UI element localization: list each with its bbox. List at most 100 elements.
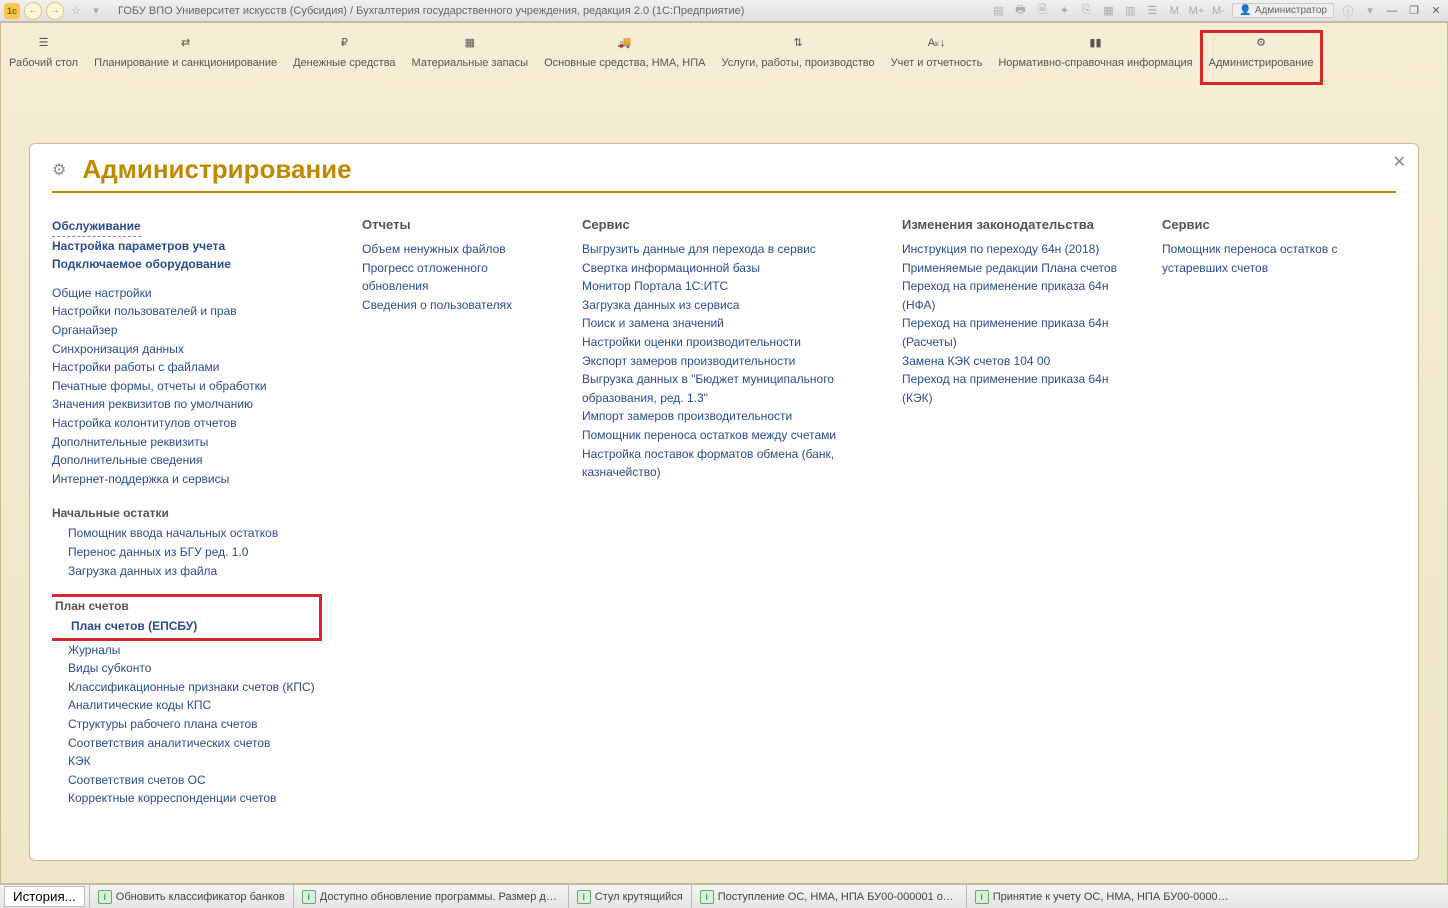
link-unused-files[interactable]: Объем ненужных файлов (362, 240, 542, 259)
close-button[interactable]: ✕ (1428, 3, 1444, 19)
link-subconto[interactable]: Виды субконто (68, 659, 322, 678)
toolbar-icon-2[interactable]: 🖶 (1012, 3, 1028, 19)
nav-forward-button[interactable]: → (46, 2, 64, 20)
link-kps-codes[interactable]: Аналитические коды КПС (68, 696, 322, 715)
toolbar-icon-5[interactable]: ⎘ (1078, 3, 1094, 19)
link-db-shrink[interactable]: Свертка информационной базы (582, 259, 862, 278)
nav-label: Основные средства, НМА, НПА (544, 57, 705, 70)
link-structures[interactable]: Структуры рабочего плана счетов (68, 715, 322, 734)
nav-reference[interactable]: ▮▮ Нормативно-справочная информация (990, 31, 1200, 70)
nav-materials[interactable]: ▦ Материальные запасы (404, 31, 537, 70)
history-button[interactable]: История... (4, 886, 85, 907)
status-item-update[interactable]: i Доступно обновление программы. Размер … (293, 885, 568, 908)
nav-fixed-assets[interactable]: 🚚 Основные средства, НМА, НПА (536, 31, 713, 70)
link-deprecated-balances[interactable]: Помощник переноса остатков с устаревших … (1162, 240, 1362, 277)
link-load-from-service[interactable]: Загрузка данных из сервиса (582, 296, 862, 315)
link-64n-kek[interactable]: Переход на применение приказа 64н (КЭК) (902, 370, 1122, 407)
link-balance-move[interactable]: Помощник переноса остатков между счетами (582, 426, 862, 445)
nav-desktop[interactable]: ☰ Рабочий стол (1, 31, 86, 70)
info-icon[interactable]: ⓘ (1340, 3, 1356, 19)
link-general-settings[interactable]: Общие настройки (52, 284, 322, 303)
heading-chart-of-accounts: План счетов (52, 599, 317, 613)
link-load-from-file[interactable]: Загрузка данных из файла (68, 562, 322, 581)
nav-administration[interactable]: ⚙ Администрирование (1201, 31, 1322, 84)
status-item-acceptance[interactable]: i Принятие к учету ОС, НМА, НПА БУ00-000… (966, 885, 1241, 908)
status-item-receipt[interactable]: i Поступление ОС, НМА, НПА БУ00-000001 о… (691, 885, 966, 908)
nav-money[interactable]: ₽ Денежные средства (285, 31, 403, 70)
link-print-forms[interactable]: Печатные формы, отчеты и обработки (52, 377, 322, 396)
mem-mplus[interactable]: M+ (1188, 3, 1204, 19)
link-internet-support[interactable]: Интернет-поддержка и сервисы (52, 470, 322, 489)
toolbar-icon-3[interactable]: 🗎 (1034, 3, 1050, 19)
link-sync[interactable]: Синхронизация данных (52, 340, 322, 359)
app-icon: 1c (4, 3, 20, 19)
link-chart-epsbu[interactable]: План счетов (ЕПСБУ) (52, 617, 317, 636)
minimize-button[interactable]: — (1384, 3, 1400, 19)
link-perf-import[interactable]: Импорт замеров производительности (582, 407, 862, 426)
status-item-chair[interactable]: i Стул крутящийся (568, 885, 691, 908)
link-exchange-formats[interactable]: Настройка поставок форматов обмена (банк… (582, 445, 862, 482)
maximize-button[interactable]: ❐ (1406, 3, 1422, 19)
dropdown-icon[interactable]: ▾ (88, 3, 104, 19)
nav-label: Администрирование (1209, 57, 1314, 70)
toolbar-icon-6[interactable]: ▦ (1100, 3, 1116, 19)
mem-m[interactable]: M (1166, 3, 1182, 19)
toolbar-icon-8[interactable]: ☰ (1144, 3, 1160, 19)
link-extra-info[interactable]: Дополнительные сведения (52, 451, 322, 470)
link-report-headers[interactable]: Настройка колонтитулов отчетов (52, 414, 322, 433)
link-user-settings[interactable]: Настройки пользователей и прав (52, 302, 322, 321)
nav-accounting[interactable]: Aₖ↓ Учет и отчетность (883, 31, 991, 70)
link-balance-assistant[interactable]: Помощник ввода начальных остатков (68, 524, 322, 543)
nav-planning[interactable]: ⇄ Планирование и санкционирование (86, 31, 285, 70)
link-find-replace[interactable]: Поиск и замена значений (582, 314, 862, 333)
link-64n-calc[interactable]: Переход на применение приказа 64н (Расче… (902, 314, 1122, 351)
link-export-service[interactable]: Выгрузить данные для перехода в сервис (582, 240, 862, 259)
link-plan-editions[interactable]: Применяемые редакции Плана счетов (902, 259, 1122, 278)
link-organizer[interactable]: Органайзер (52, 321, 322, 340)
link-file-settings[interactable]: Настройки работы с файлами (52, 358, 322, 377)
info-icon: i (98, 890, 112, 904)
toolbar-icon-4[interactable]: ✦ (1056, 3, 1072, 19)
column-service: Сервис Выгрузить данные для перехода в с… (582, 217, 862, 827)
nav-label: Учет и отчетность (891, 57, 983, 70)
toolbar-icon-7[interactable]: ▥ (1122, 3, 1138, 19)
link-its-monitor[interactable]: Монитор Портала 1С:ИТС (582, 277, 862, 296)
link-budget-export[interactable]: Выгрузка данных в "Бюджет муниципального… (582, 370, 862, 407)
mem-mminus[interactable]: M- (1210, 3, 1226, 19)
link-kps[interactable]: Классификационные признаки счетов (КПС) (68, 678, 322, 697)
nav-label: Услуги, работы, производство (721, 57, 874, 70)
link-correct-corr[interactable]: Корректные корреспонденции счетов (68, 789, 322, 808)
link-os-map[interactable]: Соответствия счетов ОС (68, 771, 322, 790)
link-64n-2018[interactable]: Инструкция по переходу 64н (2018) (902, 240, 1122, 259)
link-64n-nfa[interactable]: Переход на применение приказа 64н (НФА) (902, 277, 1122, 314)
link-deferred-update[interactable]: Прогресс отложенного обновления (362, 259, 542, 296)
link-settings-accounting[interactable]: Настройка параметров учета (52, 237, 322, 256)
link-kek-104[interactable]: Замена КЭК счетов 104 00 (902, 352, 1122, 371)
link-journals[interactable]: Журналы (68, 641, 322, 660)
menu-dropdown-icon[interactable]: ▾ (1362, 3, 1378, 19)
link-analytic-map[interactable]: Соответствия аналитических счетов (68, 734, 322, 753)
top-nav: ☰ Рабочий стол ⇄ Планирование и санкцион… (1, 23, 1447, 86)
nav-services[interactable]: ⇅ Услуги, работы, производство (713, 31, 882, 70)
window-title: ГОБУ ВПО Университет искусств (Субсидия)… (118, 5, 744, 17)
link-extra-attrs[interactable]: Дополнительные реквизиты (52, 433, 322, 452)
link-perf-settings[interactable]: Настройки оценки производительности (582, 333, 862, 352)
link-service[interactable]: Обслуживание (52, 217, 141, 237)
nav-label: Материальные запасы (412, 57, 529, 70)
column-law-changes: Изменения законодательства Инструкция по… (902, 217, 1122, 827)
favorite-icon[interactable]: ☆ (68, 3, 84, 19)
link-default-values[interactable]: Значения реквизитов по умолчанию (52, 395, 322, 414)
status-text: Обновить классификатор банков (116, 891, 285, 903)
panel-close-button[interactable]: ✕ (1393, 152, 1406, 172)
link-perf-export[interactable]: Экспорт замеров производительности (582, 352, 862, 371)
nav-back-button[interactable]: ← (24, 2, 42, 20)
link-peripherals[interactable]: Подключаемое оборудование (52, 255, 322, 274)
link-kek[interactable]: КЭК (68, 752, 322, 771)
status-item-banks[interactable]: i Обновить классификатор банков (89, 885, 293, 908)
link-migrate-bgu[interactable]: Перенос данных из БГУ ред. 1.0 (68, 543, 322, 562)
toolbar-icon-1[interactable]: ▤ (990, 3, 1006, 19)
user-chip[interactable]: 👤 Администратор (1232, 3, 1334, 18)
truck-icon: 🚚 (614, 31, 636, 53)
link-user-info[interactable]: Сведения о пользователях (362, 296, 542, 315)
gear-icon: ⚙ (1250, 31, 1272, 53)
